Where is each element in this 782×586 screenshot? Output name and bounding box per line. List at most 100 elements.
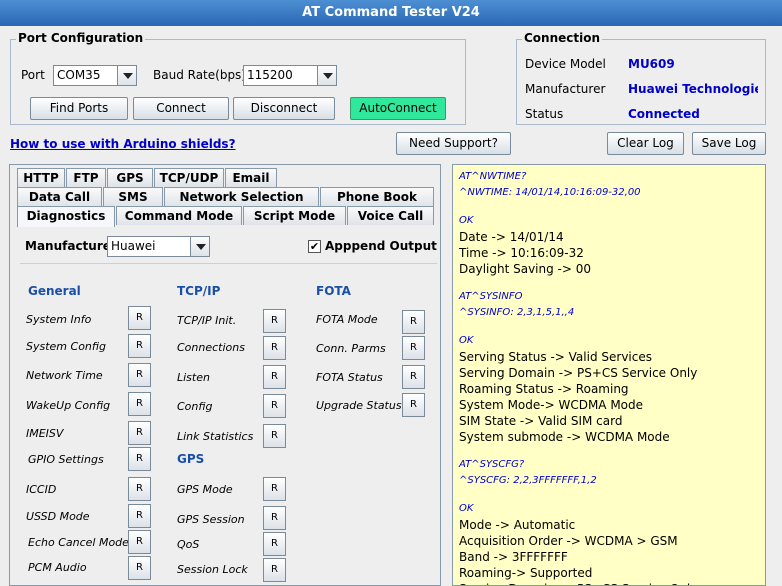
log-line: Serving Domain -> PS+CS Service Only: [459, 366, 698, 380]
chevron-down-icon[interactable]: [117, 66, 136, 85]
tab-gps[interactable]: GPS: [107, 168, 153, 187]
find-ports-button[interactable]: Find Ports: [30, 97, 128, 120]
section-fota: FOTA: [316, 284, 351, 298]
gps-mode-run-button[interactable]: R: [263, 477, 286, 501]
chevron-down-icon[interactable]: [317, 66, 336, 85]
conn-parms-run-button[interactable]: R: [402, 336, 425, 360]
tab-command-mode[interactable]: Command Mode: [116, 206, 242, 225]
gps-item-qos: QoS: [177, 538, 200, 551]
log-line: ^SYSINFO: 2,3,1,5,1,,4: [459, 307, 575, 318]
log-line: Mode -> Automatic: [459, 518, 576, 532]
need-support-button[interactable]: Need Support?: [396, 132, 511, 155]
system-info-run-button[interactable]: R: [128, 306, 151, 330]
tcpip-config-run-button[interactable]: R: [263, 394, 286, 418]
section-gps: GPS: [177, 452, 205, 466]
connect-button[interactable]: Connect: [133, 97, 229, 120]
log-line: System Mode-> WCDMA Mode: [459, 398, 644, 412]
imeisv-run-button[interactable]: R: [128, 421, 151, 445]
session-lock-run-button[interactable]: R: [263, 558, 286, 582]
log-line: Acquisition Order -> WCDMA > GSM: [459, 534, 678, 548]
tab-http[interactable]: HTTP: [17, 168, 65, 187]
link-statistics-run-button[interactable]: R: [263, 424, 286, 448]
iccid-run-button[interactable]: R: [128, 477, 151, 501]
listen-run-button[interactable]: R: [263, 365, 286, 389]
general-item-iccid: ICCID: [26, 483, 57, 496]
fota-item-upgrade-status: Upgrade Status: [316, 399, 402, 412]
log-line: Roaming-> Supported: [459, 566, 593, 580]
chevron-down-icon[interactable]: [190, 237, 209, 256]
port-configuration-title: Port Configuration: [16, 31, 146, 45]
fota-mode-run-button[interactable]: R: [402, 310, 425, 334]
fota-status-run-button[interactable]: R: [402, 365, 425, 389]
wakeup-config-run-button[interactable]: R: [128, 392, 151, 416]
tab-voice-call[interactable]: Voice Call: [347, 206, 434, 225]
port-configuration-group: Port Configuration Port COM35 Baud Rate(…: [10, 31, 466, 125]
system-config-run-button[interactable]: R: [128, 334, 151, 358]
tcpip-item-config: Config: [177, 400, 213, 413]
general-item-system-info: System Info: [26, 313, 92, 326]
connections-run-button[interactable]: R: [263, 336, 286, 360]
port-select[interactable]: COM35: [53, 65, 137, 86]
fota-item-conn-parms: Conn. Parms: [316, 342, 386, 355]
section-general: General: [28, 284, 81, 298]
tcpip-item-listen: Listen: [177, 371, 210, 384]
arduino-shields-link[interactable]: How to use with Arduino shields?: [10, 137, 236, 151]
tab-data-call[interactable]: Data Call: [17, 187, 102, 206]
log-line: AT^NWTIME?: [459, 171, 527, 182]
fota-item-mode: FOTA Mode: [316, 313, 378, 326]
save-log-button[interactable]: Save Log: [692, 132, 766, 155]
output-log[interactable]: AT^NWTIME? ^NWTIME: 14/01/14,10:16:09-32,…: [452, 164, 766, 586]
tab-script-mode[interactable]: Script Mode: [243, 206, 346, 225]
log-line: ^SYSCFG: 2,2,3FFFFFFF,1,2: [459, 475, 597, 486]
log-line: Time -> 10:16:09-32: [459, 246, 584, 260]
upgrade-status-run-button[interactable]: R: [402, 393, 425, 417]
pcm-audio-run-button[interactable]: R: [128, 556, 151, 580]
log-line: Date -> 14/01/14: [459, 230, 564, 244]
general-item-echo-cancel-mode: Echo Cancel Mode: [28, 536, 129, 549]
general-item-ussd-mode: USSD Mode: [26, 510, 90, 523]
log-line: Roaming Status -> Roaming: [459, 382, 629, 396]
tcpip-init-run-button[interactable]: R: [263, 309, 286, 333]
append-output-checkbox[interactable]: ✔: [308, 240, 321, 253]
diag-manufacturer-select[interactable]: Huawei: [107, 236, 210, 257]
general-item-pcm-audio: PCM Audio: [28, 561, 87, 574]
autoconnect-button[interactable]: AutoConnect: [350, 97, 446, 120]
tab-ftp[interactable]: FTP: [66, 168, 106, 187]
log-line: System submode -> WCDMA Mode: [459, 430, 670, 444]
port-label: Port: [21, 68, 45, 82]
network-time-run-button[interactable]: R: [128, 363, 151, 387]
tab-tcp-udp[interactable]: TCP/UDP: [154, 168, 224, 187]
clear-log-button[interactable]: Clear Log: [607, 132, 684, 155]
tcpip-item-init: TCP/IP Init.: [177, 314, 237, 327]
log-line: Serving Domain -> PS+CS Service Only: [459, 581, 759, 585]
tcpip-item-connections: Connections: [177, 341, 245, 354]
fota-item-status: FOTA Status: [316, 371, 383, 384]
gps-session-run-button[interactable]: R: [263, 506, 286, 530]
echo-cancel-run-button[interactable]: R: [128, 530, 151, 554]
disconnect-button[interactable]: Disconnect: [233, 97, 335, 120]
tab-sms[interactable]: SMS: [103, 187, 163, 206]
gpio-settings-run-button[interactable]: R: [128, 447, 151, 471]
baud-rate-select[interactable]: 115200: [243, 65, 337, 86]
manufacturer-value: Huawei Technologie...: [628, 82, 758, 96]
general-item-system-config: System Config: [26, 340, 106, 353]
tab-diagnostics[interactable]: Diagnostics: [17, 206, 115, 227]
tab-network-selection[interactable]: Network Selection: [164, 187, 319, 206]
status-label: Status: [525, 107, 564, 121]
log-line: SIM State -> Valid SIM card: [459, 414, 623, 428]
tab-phone-book[interactable]: Phone Book: [320, 187, 434, 206]
tcpip-item-link-statistics: Link Statistics: [177, 430, 254, 443]
log-line: OK: [459, 215, 474, 226]
tab-email[interactable]: Email: [225, 168, 277, 187]
general-item-network-time: Network Time: [26, 369, 103, 382]
general-item-imeisv: IMEISV: [26, 427, 64, 440]
ussd-mode-run-button[interactable]: R: [128, 504, 151, 528]
manufacturer-label: Manufacturer: [525, 82, 606, 96]
qos-run-button[interactable]: R: [263, 532, 286, 556]
baud-rate-label: Baud Rate(bps): [153, 68, 246, 82]
log-line: Band -> 3FFFFFFF: [459, 550, 568, 564]
